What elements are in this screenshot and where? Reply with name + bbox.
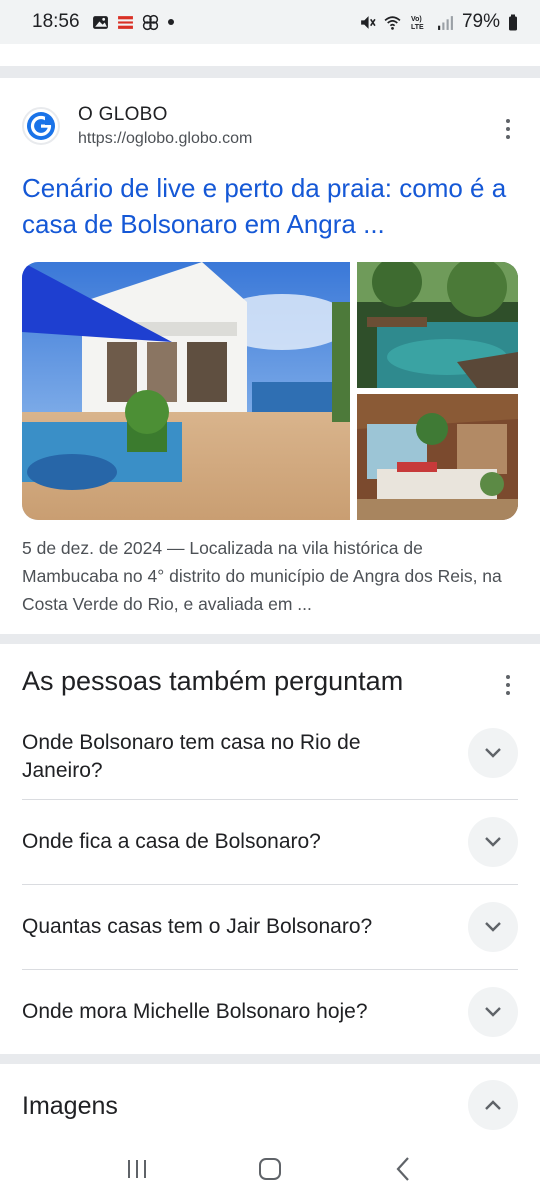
people-also-ask: As pessoas também perguntam Onde Bolsona…: [0, 644, 540, 1054]
image-icon: [92, 15, 108, 29]
chevron-up-icon: [485, 1100, 501, 1110]
home-button[interactable]: [250, 1149, 290, 1189]
back-icon: [396, 1156, 410, 1181]
paa-title: As pessoas também perguntam: [22, 666, 404, 696]
volte-icon: Vo)LTE: [411, 16, 424, 31]
expand-button[interactable]: [468, 902, 518, 952]
section-divider: [0, 66, 540, 78]
chevron-down-icon: [485, 1007, 501, 1017]
news-app-icon: [117, 15, 133, 29]
house-beach-image[interactable]: [22, 262, 350, 520]
paa-question-text: Onde fica a casa de Bolsonaro?: [22, 830, 321, 853]
expand-button[interactable]: [468, 728, 518, 778]
collapse-button[interactable]: [468, 1080, 518, 1130]
section-divider: [0, 1054, 540, 1064]
site-url: https://oglobo.globo.com: [78, 130, 253, 147]
signal-icon: [438, 15, 453, 30]
paa-question[interactable]: Onde mora Michelle Bolsonaro hoje?: [22, 970, 518, 1054]
dot-icon: [167, 19, 174, 25]
section-divider: [0, 634, 540, 644]
paa-question[interactable]: Onde Bolsonaro tem casa no Rio de Janeir…: [22, 714, 518, 800]
system-nav-bar: [0, 1138, 540, 1199]
paa-more-options-icon[interactable]: [498, 672, 518, 698]
pool-lagoon-image[interactable]: [357, 262, 518, 388]
result-snippet: 5 de dez. de 2024 — Localizada na vila h…: [22, 538, 502, 614]
site-info[interactable]: O GLOBO https://oglobo.globo.com: [22, 104, 252, 148]
more-options-icon[interactable]: [498, 116, 518, 142]
result-title-link[interactable]: Cenário de live e perto da praia: como é…: [22, 170, 522, 242]
battery-percent: 79%: [461, 11, 500, 32]
battery-icon: [509, 14, 517, 30]
images-section[interactable]: Imagens: [0, 1064, 540, 1144]
mute-icon: [361, 15, 376, 29]
chevron-down-icon: [485, 837, 501, 847]
status-time: 18:56: [32, 11, 80, 32]
images-section-title: Imagens: [22, 1092, 118, 1120]
svg-text:Vo): Vo): [411, 16, 422, 23]
back-button[interactable]: [383, 1149, 423, 1189]
status-bar: 18:56 Vo) LTE 79%: [0, 0, 540, 44]
globo-logo-icon: [27, 112, 55, 140]
chevron-down-icon: [485, 748, 501, 758]
site-name: O GLOBO: [78, 104, 168, 125]
paa-question-text: Onde Bolsonaro tem casa no Rio de Janeir…: [22, 730, 361, 782]
paa-question[interactable]: Quantas casas tem o Jair Bolsonaro?: [22, 885, 518, 970]
result-images[interactable]: [22, 262, 518, 520]
svg-text:LTE: LTE: [411, 24, 424, 31]
recent-apps-icon: [127, 1159, 146, 1178]
living-room-image[interactable]: [357, 394, 518, 520]
recent-apps-button[interactable]: [117, 1149, 157, 1189]
paa-question[interactable]: Onde fica a casa de Bolsonaro?: [22, 800, 518, 885]
site-favicon: [22, 107, 60, 145]
home-icon: [258, 1157, 281, 1180]
pinwheel-icon: [142, 14, 158, 30]
chevron-down-icon: [485, 922, 501, 932]
top-strip: [0, 44, 540, 66]
paa-question-text: Onde mora Michelle Bolsonaro hoje?: [22, 1000, 368, 1023]
expand-button[interactable]: [468, 817, 518, 867]
search-result-card[interactable]: O GLOBO https://oglobo.globo.com Cenário…: [0, 78, 540, 634]
paa-question-text: Quantas casas tem o Jair Bolsonaro?: [22, 915, 373, 938]
wifi-icon: [384, 15, 401, 30]
expand-button[interactable]: [468, 987, 518, 1037]
